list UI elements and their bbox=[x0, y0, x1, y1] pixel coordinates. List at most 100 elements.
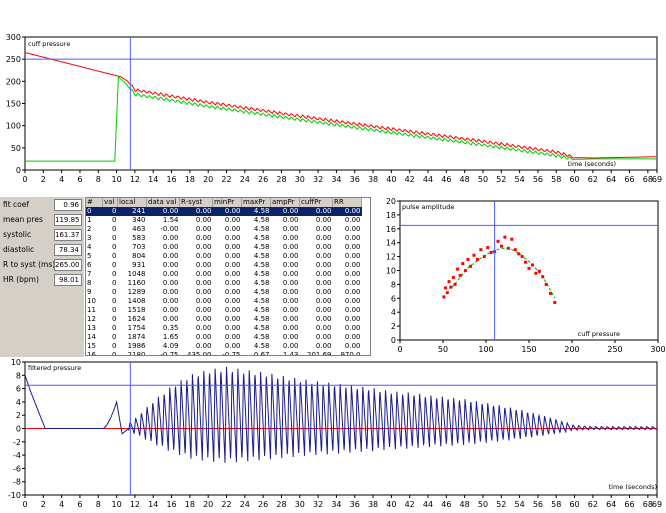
table-row[interactable]: 13 0 1754 0.35 0.00 0.00 4.58 0.00 0.00 0.00 bbox=[86, 324, 362, 333]
beats-table-container[interactable]: # val local data val R-syst minPr maxPr … bbox=[85, 197, 371, 356]
column-header[interactable]: val bbox=[102, 198, 118, 207]
table-row[interactable]: 1 0 340 1.54 0.00 0.00 4.58 0.00 0.00 0.00 bbox=[86, 216, 362, 225]
param-value-diastolic[interactable]: 78.34 bbox=[54, 244, 82, 256]
x-tick-label: 62 bbox=[588, 500, 598, 509]
table-cell: 4.58 bbox=[253, 288, 270, 296]
table-cell: 0.00 bbox=[282, 333, 299, 341]
x-tick-label: 32 bbox=[313, 175, 323, 184]
column-header[interactable]: ampPr bbox=[270, 198, 300, 207]
column-header[interactable]: minPr bbox=[212, 198, 242, 207]
column-header[interactable]: # bbox=[86, 198, 103, 207]
table-cell: -0.00 bbox=[160, 225, 179, 233]
table-row[interactable]: 6 0 931 0.00 0.00 0.00 4.58 0.00 0.00 0.00 bbox=[86, 261, 362, 270]
x-tick-label: 50 bbox=[478, 175, 488, 184]
column-header[interactable]: cuffPr bbox=[299, 198, 333, 207]
table-cell: 0.00 bbox=[195, 297, 212, 305]
column-header[interactable]: data val bbox=[146, 198, 180, 207]
x-tick-label: 6 bbox=[77, 500, 82, 509]
table-cell: 0.00 bbox=[224, 279, 241, 287]
x-tick-label: 300 bbox=[650, 345, 665, 354]
table-row[interactable]: 15 0 1986 4.09 0.00 0.00 4.58 0.00 0.00 0.00 bbox=[86, 342, 362, 351]
table-cell: 0.00 bbox=[195, 306, 212, 314]
table-row[interactable]: 3 0 583 0.00 0.00 0.00 4.58 0.00 0.00 0.00 bbox=[86, 234, 362, 243]
pulse-amplitude-panel[interactable]: pulse amplitude cuff pressure 0 50 100 150 2… bbox=[372, 197, 666, 357]
y-tick-label: -10 bbox=[8, 491, 21, 500]
table-cell: 14 bbox=[87, 333, 96, 341]
table-cell: 1518 bbox=[127, 306, 146, 314]
param-value-systolic[interactable]: 161.37 bbox=[54, 229, 82, 241]
table-cell: 0.00 bbox=[195, 315, 212, 323]
x-tick-label: 8 bbox=[96, 175, 101, 184]
table-row[interactable]: 16 0 2180 -0.75 435.00 -0.75 0.67 1.43 201.69 970… bbox=[86, 351, 362, 355]
y-tick-label: 10 bbox=[11, 358, 21, 367]
beats-table[interactable]: # val local data val R-syst minPr maxPr … bbox=[86, 198, 362, 355]
table-row[interactable]: 2 0 463 -0.00 0.00 0.00 4.58 0.00 0.00 0.00 bbox=[86, 225, 362, 234]
table-cell: 11 bbox=[87, 306, 96, 314]
x-tick-label: 24 bbox=[240, 500, 250, 509]
y-tick-label: -4 bbox=[13, 451, 21, 460]
table-row[interactable]: 5 0 804 0.00 0.00 0.00 4.58 0.00 0.00 0.00 bbox=[86, 252, 362, 261]
table-cell: 0.00 bbox=[162, 306, 179, 314]
filtered-pressure-chart[interactable]: filtered pressure time (seconds) 0 2 4 6 8 10… bbox=[0, 358, 666, 513]
cuff-pressure-title: cuff pressure bbox=[28, 40, 70, 48]
cuff-pressure-plot-area bbox=[24, 36, 658, 171]
pulse-amplitude-point bbox=[503, 235, 507, 239]
column-header[interactable]: R-syst bbox=[179, 198, 213, 207]
table-cell: 0.00 bbox=[344, 234, 361, 242]
column-header[interactable]: RR bbox=[332, 198, 362, 207]
table-row[interactable]: 4 0 703 0.00 0.00 0.00 4.58 0.00 0.00 0.00 bbox=[86, 243, 362, 252]
table-row[interactable]: 9 0 1289 0.00 0.00 0.00 4.58 0.00 0.00 0.00 bbox=[86, 288, 362, 297]
table-cell: 4.58 bbox=[253, 315, 270, 323]
filtered-pressure-panel[interactable]: filtered pressure time (seconds) 0 2 4 6 8 10… bbox=[0, 358, 666, 513]
x-tick-label: 56 bbox=[533, 175, 543, 184]
param-value-fit-coef[interactable]: 0.96 bbox=[54, 199, 82, 211]
y-tick-label: 10 bbox=[386, 267, 396, 276]
table-row[interactable]: 0 0 241 0.00 0.00 0.00 4.58 0.00 0.00 0.00 bbox=[86, 207, 362, 216]
param-row-diastolic: diastolic 78.34 bbox=[0, 244, 84, 258]
pulse-amplitude-chart[interactable]: pulse amplitude cuff pressure 0 50 100 150 2… bbox=[372, 197, 666, 357]
table-cell: 5 bbox=[87, 252, 92, 260]
param-value-hr[interactable]: 98.01 bbox=[54, 274, 82, 286]
table-cell: 804 bbox=[132, 252, 146, 260]
param-row-hr: HR (bpm) 98.01 bbox=[0, 274, 84, 288]
table-row[interactable]: 14 0 1874 1.65 0.00 0.00 4.58 0.00 0.00 0.00 bbox=[86, 333, 362, 342]
x-tick-label: 14 bbox=[148, 500, 158, 509]
y-tick-label: 200 bbox=[6, 77, 21, 86]
table-row[interactable]: 7 0 1048 0.00 0.00 0.00 4.58 0.00 0.00 0.00 bbox=[86, 270, 362, 279]
table-row[interactable]: 12 0 1624 0.00 0.00 0.00 4.58 0.00 0.00 0.00 bbox=[86, 315, 362, 324]
table-cell: 0.00 bbox=[315, 324, 332, 332]
param-value-r-to-syst[interactable]: 265.00 bbox=[54, 259, 82, 271]
table-row[interactable]: 10 0 1408 0.00 0.00 0.00 4.58 0.00 0.00 0.00 bbox=[86, 297, 362, 306]
table-cell: 0.00 bbox=[344, 261, 361, 269]
x-tick-label: 36 bbox=[350, 175, 360, 184]
x-tick-label: 69 bbox=[652, 500, 662, 509]
param-label: diastolic bbox=[3, 245, 35, 254]
table-cell: 0.00 bbox=[344, 252, 361, 260]
table-cell: 4.58 bbox=[253, 252, 270, 260]
x-tick-label: 52 bbox=[496, 500, 506, 509]
x-tick-label: 36 bbox=[350, 500, 360, 509]
table-cell: 0.00 bbox=[224, 216, 241, 224]
x-tick-label: 46 bbox=[441, 500, 451, 509]
table-cell: 0.00 bbox=[315, 270, 332, 278]
param-value-mean-pres[interactable]: 119.85 bbox=[54, 214, 82, 226]
y-tick-label: 8 bbox=[16, 371, 21, 380]
cuff-pressure-panel[interactable]: cuff pressure time (seconds) 0 2 4 6 8 10 12 14… bbox=[0, 33, 666, 195]
table-cell: 10 bbox=[87, 297, 96, 305]
y-tick-label: 16 bbox=[386, 225, 396, 234]
y-tick-label: -2 bbox=[13, 438, 21, 447]
table-cell: 4.58 bbox=[253, 342, 270, 350]
table-cell: 0.00 bbox=[195, 324, 212, 332]
table-cell: 0.00 bbox=[344, 288, 361, 296]
x-tick-label: 54 bbox=[515, 175, 525, 184]
table-row[interactable]: 8 0 1160 0.00 0.00 0.00 4.58 0.00 0.00 0.00 bbox=[86, 279, 362, 288]
column-header[interactable]: maxPr bbox=[241, 198, 271, 207]
table-cell: 0.00 bbox=[162, 234, 179, 242]
y-tick-label: 14 bbox=[386, 239, 396, 248]
param-row-mean-pres: mean pres 119.85 bbox=[0, 214, 84, 228]
table-cell: 0 bbox=[112, 306, 117, 314]
cuff-pressure-chart[interactable]: cuff pressure time (seconds) 0 2 4 6 8 10 12 14… bbox=[0, 33, 666, 195]
column-header[interactable]: local bbox=[117, 198, 147, 207]
table-row[interactable]: 11 0 1518 0.00 0.00 0.00 4.58 0.00 0.00 0.00 bbox=[86, 306, 362, 315]
pulse-amplitude-point bbox=[466, 257, 470, 261]
